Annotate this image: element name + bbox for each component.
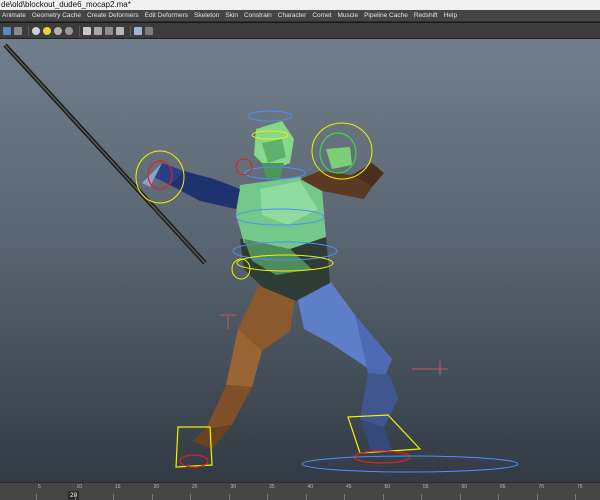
menu-skin[interactable]: Skin: [225, 10, 238, 22]
menu-create-deformers[interactable]: Create Deformers: [87, 10, 139, 22]
staff-highlight: [4, 44, 206, 264]
3d-viewport[interactable]: [0, 39, 600, 482]
right-foot-ctrl[interactable]: [301, 414, 519, 473]
window-title: de\old\blockout_dude6_mocap2.ma*: [0, 0, 600, 10]
menu-pipeline-cache[interactable]: Pipeline Cache: [364, 10, 408, 22]
menu-edit-deformers[interactable]: Edit Deformers: [145, 10, 188, 22]
shoulder-ctrl[interactable]: [235, 158, 253, 176]
toolbar-separator: [79, 25, 80, 36]
timeline-tick: [74, 494, 76, 500]
timeline-tick: [575, 494, 576, 500]
timeline-tick: [498, 494, 499, 500]
menu-skeleton[interactable]: Skeleton: [194, 10, 219, 22]
timeline-tick: [305, 494, 307, 500]
timeline-tick: [190, 494, 191, 500]
menu-help[interactable]: Help: [444, 10, 457, 22]
isolate-icon[interactable]: [65, 26, 73, 35]
timeline-frame-label: 65: [500, 484, 506, 490]
timeline-tick: [267, 494, 268, 500]
timeline-frame-label: 30: [230, 484, 237, 490]
timeline-tick: [228, 494, 230, 500]
menu-constrain[interactable]: Constrain: [244, 10, 272, 22]
timeline-frame-label: 50: [384, 484, 391, 490]
head-mesh[interactable]: [254, 121, 294, 179]
timeline-frame-label: 45: [346, 484, 352, 490]
menu-geometry-cache[interactable]: Geometry Cache: [32, 10, 81, 22]
left-arm-mesh[interactable]: [142, 163, 240, 209]
timeline[interactable]: 20 51015202530354045505560657075: [0, 482, 600, 500]
timeline-frame-label: 20: [153, 484, 160, 490]
timeline-frame-label: 25: [192, 484, 198, 490]
timeline-tick: [151, 494, 153, 500]
left-leg-mesh[interactable]: [192, 279, 296, 449]
resolution-gate-icon[interactable]: [145, 26, 153, 35]
timeline-tick: [344, 494, 345, 500]
xray-icon[interactable]: [83, 26, 91, 35]
toolbar-separator: [130, 25, 131, 36]
menu-muscle[interactable]: Muscle: [338, 10, 359, 22]
timeline-tick: [536, 494, 538, 500]
timeline-frame-label: 35: [269, 484, 275, 490]
timeline-frame-label: 70: [538, 484, 545, 490]
grid-icon[interactable]: [14, 26, 22, 35]
timeline-frame-label: 75: [577, 484, 583, 490]
right-leg-mesh[interactable]: [296, 281, 398, 453]
timeline-tick: [113, 494, 114, 500]
timeline-frame-label: 60: [461, 484, 468, 490]
timeline-tick: [382, 494, 384, 500]
resolution-icon[interactable]: [116, 26, 124, 35]
timeline-frame-label: 55: [423, 484, 429, 490]
timeline-frame-label: 10: [76, 484, 83, 490]
wireframe-icon[interactable]: [94, 26, 102, 35]
menu-comet[interactable]: Comet: [312, 10, 331, 22]
head-ctrl-circle[interactable]: [247, 110, 293, 122]
menu-character[interactable]: Character: [278, 10, 307, 22]
menubar: Animate Geometry Cache Create Deformers Edi…: [0, 10, 600, 22]
camera-icon[interactable]: [3, 26, 11, 35]
menu-animate[interactable]: Animate: [2, 10, 26, 22]
camera-settings-icon[interactable]: [134, 26, 142, 35]
timeline-tick: [36, 494, 37, 500]
viewport-toolbar: [0, 23, 600, 39]
timeline-frame-label: 40: [307, 484, 314, 490]
timeline-frame-label: 15: [115, 484, 121, 490]
texture-icon[interactable]: [54, 26, 62, 35]
light-icon[interactable]: [43, 26, 51, 35]
display-icon[interactable]: [105, 26, 113, 35]
timeline-frame-label: 5: [38, 484, 41, 490]
menu-redshift[interactable]: Redshift: [414, 10, 438, 22]
shading-icon[interactable]: [32, 26, 40, 35]
toolbar-separator: [28, 25, 29, 36]
rig-scene: [0, 43, 600, 473]
timeline-tick: [421, 494, 422, 500]
timeline-tick: [459, 494, 461, 500]
